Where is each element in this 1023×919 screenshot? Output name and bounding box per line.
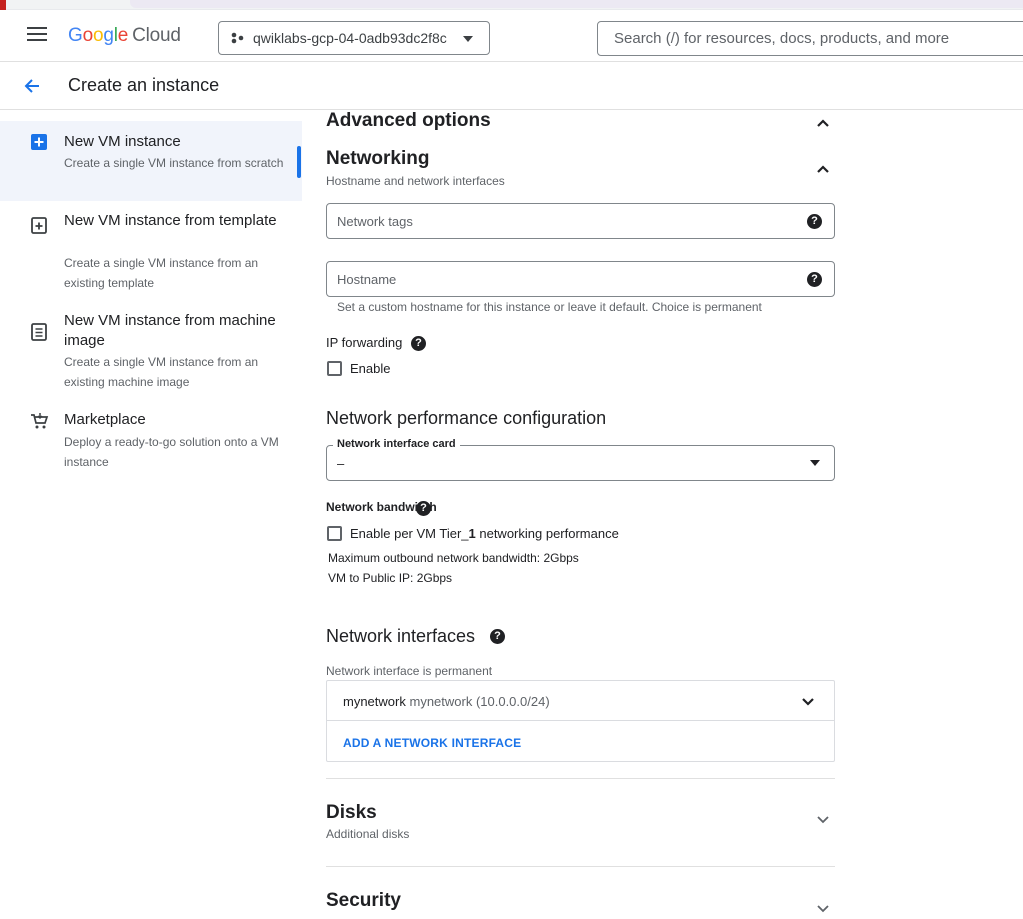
browser-tab-edge bbox=[0, 0, 6, 10]
network-performance-title: Network performance configuration bbox=[326, 408, 607, 428]
networking-subtitle: Hostname and network interfaces bbox=[326, 174, 505, 188]
tier1-checkbox-label: Enable per VM Tier_1 networking performa… bbox=[350, 526, 619, 541]
section-divider bbox=[326, 778, 835, 779]
search-input[interactable]: Search (/) for resources, docs, products… bbox=[597, 21, 1023, 56]
disks-title: Disks bbox=[326, 802, 377, 823]
interface-subnet: mynetwork (10.0.0.0/24) bbox=[409, 694, 550, 709]
menu-icon[interactable] bbox=[27, 27, 47, 43]
nav-item-desc: Create a single VM instance from an exis… bbox=[64, 355, 259, 389]
top-app-bar: Google Cloud qwiklabs-gcp-04-0adb93dc2f8c… bbox=[0, 10, 1023, 62]
tier1-label-suffix: networking performance bbox=[475, 526, 619, 541]
ip-forwarding-label: IP forwarding bbox=[326, 335, 403, 350]
chevron-up-icon[interactable] bbox=[816, 116, 830, 130]
add-network-interface-button[interactable]: ADD A NETWORK INTERFACE bbox=[343, 736, 521, 750]
network-interface-card-select[interactable]: Network interface card – bbox=[326, 438, 835, 481]
network-tags-placeholder: Network tags bbox=[337, 213, 413, 229]
tier1-label-number: 1 bbox=[468, 526, 476, 541]
help-icon[interactable]: ? bbox=[807, 214, 822, 229]
caret-down-icon bbox=[463, 36, 473, 42]
logo-letter: g bbox=[103, 25, 114, 46]
logo-letter: e bbox=[117, 25, 129, 46]
nav-item-title: Marketplace bbox=[64, 411, 146, 428]
project-icon bbox=[231, 32, 244, 44]
logo-cloud-text: Cloud bbox=[132, 25, 181, 46]
network-interfaces-title: Network interfaces bbox=[326, 626, 476, 646]
ip-forwarding-checkbox-label: Enable bbox=[350, 361, 391, 376]
nav-item-from-template[interactable]: New VM instance from template Create a s… bbox=[0, 201, 302, 299]
nav-item-new-vm[interactable]: New VM instance Create a single VM insta… bbox=[0, 121, 302, 201]
browser-tab[interactable] bbox=[130, 0, 1023, 8]
hostname-hint: Set a custom hostname for this instance … bbox=[337, 300, 762, 314]
search-placeholder: Search (/) for resources, docs, products… bbox=[614, 30, 950, 47]
caret-down-icon bbox=[810, 460, 820, 466]
project-picker[interactable]: qwiklabs-gcp-04-0adb93dc2f8c bbox=[218, 21, 490, 55]
ip-forwarding-checkbox[interactable] bbox=[327, 361, 342, 376]
nic-label: Network interface card bbox=[333, 438, 460, 450]
page-header: Create an instance bbox=[0, 62, 1023, 110]
hostname-input[interactable]: Hostname ? bbox=[326, 261, 835, 297]
network-interface-note: Network interface is permanent bbox=[326, 664, 493, 678]
nav-item-desc: Deploy a ready-to-go solution onto a VM … bbox=[64, 435, 279, 469]
help-icon[interactable]: ? bbox=[416, 501, 431, 516]
logo-letter: o bbox=[82, 25, 94, 46]
browser-tab-strip bbox=[0, 0, 1023, 10]
max-outbound-bandwidth: Maximum outbound network bandwidth: 2Gbp… bbox=[328, 551, 579, 565]
page-title: Create an instance bbox=[68, 75, 220, 95]
back-arrow-icon[interactable] bbox=[22, 76, 42, 96]
network-interface-row[interactable]: mynetwork mynetwork (10.0.0.0/24) bbox=[327, 681, 834, 721]
nav-item-from-machine-image[interactable]: New VM instance from machine image Creat… bbox=[0, 309, 302, 399]
nav-item-title: New VM instance from template bbox=[64, 212, 277, 229]
interface-network: mynetwork bbox=[343, 694, 406, 709]
nic-value: – bbox=[337, 456, 345, 471]
creation-options-nav: New VM instance Create a single VM insta… bbox=[0, 111, 302, 919]
interface-name: mynetwork mynetwork (10.0.0.0/24) bbox=[343, 694, 550, 709]
tier1-checkbox[interactable] bbox=[327, 526, 342, 541]
section-divider bbox=[326, 866, 835, 867]
tier1-label-prefix: Enable per VM Tier_ bbox=[350, 526, 469, 541]
nav-item-title: New VM instance from machine image bbox=[64, 312, 276, 349]
vm-to-public-ip: VM to Public IP: 2Gbps bbox=[328, 571, 453, 585]
advanced-options-title: Advanced options bbox=[326, 110, 491, 131]
hostname-placeholder: Hostname bbox=[337, 271, 397, 287]
help-icon[interactable]: ? bbox=[807, 272, 822, 287]
chevron-down-icon[interactable] bbox=[816, 902, 830, 916]
nav-item-desc: Create a single VM instance from an exis… bbox=[64, 256, 259, 290]
logo-letter: G bbox=[68, 25, 83, 46]
logo-letter: o bbox=[92, 25, 104, 46]
google-cloud-logo[interactable]: Google Cloud bbox=[68, 25, 181, 47]
nav-item-title: New VM instance bbox=[64, 133, 181, 150]
nav-scroll-indicator bbox=[297, 146, 301, 178]
chevron-down-icon[interactable] bbox=[801, 695, 815, 709]
disks-subtitle: Additional disks bbox=[326, 827, 410, 841]
security-title: Security bbox=[326, 890, 401, 911]
help-icon[interactable]: ? bbox=[411, 336, 426, 351]
networking-title: Networking bbox=[326, 148, 430, 169]
add-box-icon bbox=[31, 134, 47, 150]
chevron-up-icon[interactable] bbox=[816, 162, 830, 176]
help-icon[interactable]: ? bbox=[490, 629, 505, 644]
nav-item-marketplace[interactable]: Marketplace Deploy a ready-to-go solutio… bbox=[0, 407, 302, 477]
machine-image-icon bbox=[31, 323, 47, 341]
cart-icon bbox=[31, 413, 49, 429]
nav-item-desc: Create a single VM instance from scratch bbox=[64, 156, 284, 170]
project-name: qwiklabs-gcp-04-0adb93dc2f8c bbox=[253, 30, 447, 46]
template-icon bbox=[31, 217, 47, 234]
chevron-down-icon[interactable] bbox=[816, 813, 830, 827]
network-interfaces-list: mynetwork mynetwork (10.0.0.0/24) ADD A … bbox=[326, 680, 835, 762]
network-tags-input[interactable]: Network tags ? bbox=[326, 203, 835, 239]
